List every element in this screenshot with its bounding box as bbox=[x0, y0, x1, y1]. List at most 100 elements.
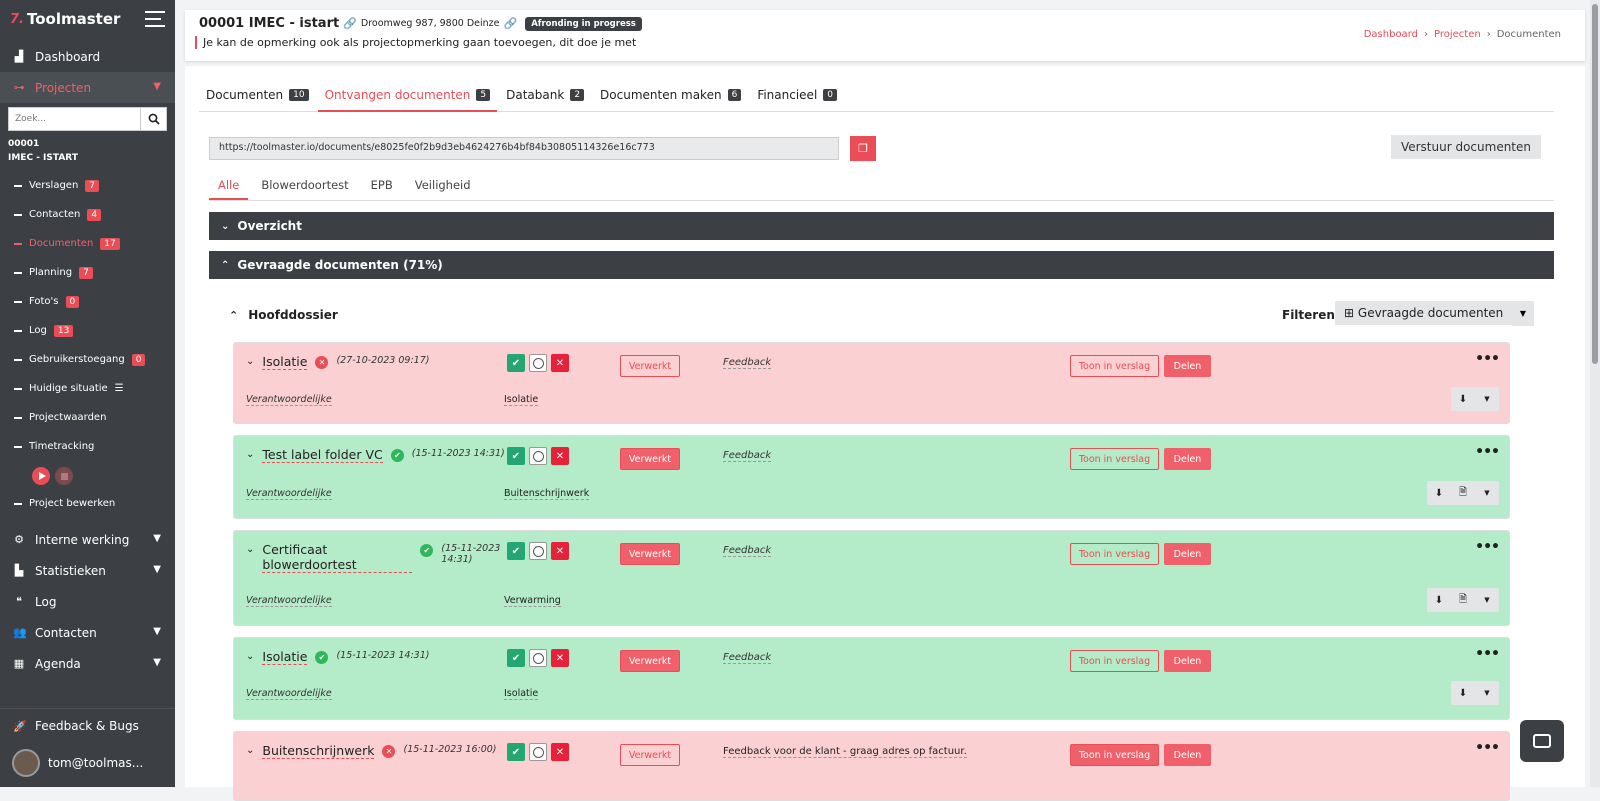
chevron-down-icon[interactable]: ⌄ bbox=[246, 356, 254, 367]
sidebar-item-statistieken[interactable]: ▙ Statistieken ▼ bbox=[0, 555, 175, 586]
tab-documenten-maken[interactable]: Documenten maken 6 bbox=[593, 82, 748, 112]
feedback-field[interactable]: Feedback bbox=[723, 450, 772, 462]
tab-documenten[interactable]: Documenten 10 bbox=[199, 82, 316, 112]
subtab-alle[interactable]: Alle bbox=[209, 174, 249, 200]
share-url-field[interactable]: https://toolmaster.io/documents/e8025fe0… bbox=[209, 137, 839, 160]
pending-icon[interactable] bbox=[529, 447, 547, 465]
tab-financieel[interactable]: Financieel 0 bbox=[750, 82, 844, 112]
pending-icon[interactable] bbox=[529, 354, 547, 372]
sidebar-item-huidige-situatie[interactable]: Huidige situatie ☰ bbox=[0, 374, 175, 403]
sidebar-item-contacten-main[interactable]: 👥 Contacten ▼ bbox=[0, 617, 175, 648]
scrollbar-thumb[interactable] bbox=[1592, 4, 1598, 364]
download-icon[interactable]: ⬇ bbox=[1451, 387, 1475, 411]
approve-icon[interactable]: ✔ bbox=[507, 743, 525, 761]
feedback-field[interactable]: Feedback bbox=[723, 652, 772, 664]
share-button[interactable]: Delen bbox=[1164, 744, 1211, 766]
feedback-field[interactable]: Feedback bbox=[723, 545, 772, 557]
approve-icon[interactable]: ✔ bbox=[507, 542, 525, 560]
feedback-field[interactable]: Feedback bbox=[723, 357, 772, 369]
chat-button[interactable] bbox=[1520, 720, 1564, 762]
responsible-field[interactable]: Verantwoordelijke bbox=[246, 488, 332, 500]
filter-label[interactable]: Filteren bbox=[1282, 308, 1335, 322]
sidebar-item-interne-werking[interactable]: ⚙ Interne werking ▼ bbox=[0, 524, 175, 555]
subtab-epb[interactable]: EPB bbox=[362, 174, 402, 200]
more-icon[interactable]: ••• bbox=[1475, 740, 1500, 756]
more-icon[interactable]: ••• bbox=[1475, 539, 1500, 555]
show-in-report-button[interactable]: Toon in verslag bbox=[1070, 650, 1159, 672]
sidebar-item-log-main[interactable]: ❝ Log bbox=[0, 586, 175, 617]
link-icon[interactable]: 🔗 bbox=[343, 17, 357, 30]
chevron-down-icon[interactable]: ⌄ bbox=[246, 651, 254, 662]
more-icon[interactable]: ••• bbox=[1475, 444, 1500, 460]
send-documents-button[interactable]: Verstuur documenten bbox=[1390, 135, 1541, 159]
approve-icon[interactable]: ✔ bbox=[507, 447, 525, 465]
share-button[interactable]: Delen bbox=[1164, 650, 1211, 672]
processed-button[interactable]: Verwerkt bbox=[620, 355, 680, 377]
tab-databank[interactable]: Databank 2 bbox=[499, 82, 591, 112]
approve-icon[interactable]: ✔ bbox=[507, 354, 525, 372]
tab-ontvangen-documenten[interactable]: Ontvangen documenten 5 bbox=[317, 82, 498, 112]
responsible-field[interactable]: Verantwoordelijke bbox=[246, 595, 332, 607]
requested-dropdown-button[interactable]: ▼ bbox=[1512, 301, 1534, 326]
document-name[interactable]: Test label folder VC bbox=[262, 447, 383, 463]
caret-down-icon[interactable]: ▼ bbox=[1475, 681, 1499, 705]
play-icon[interactable] bbox=[32, 467, 50, 485]
pending-icon[interactable] bbox=[529, 542, 547, 560]
reject-icon[interactable]: ✕ bbox=[551, 354, 569, 372]
feedback-bugs-link[interactable]: 🚀 Feedback & Bugs bbox=[0, 709, 175, 743]
subtab-blowerdoortest[interactable]: Blowerdoortest bbox=[252, 174, 357, 200]
caret-down-icon[interactable]: ▼ bbox=[1475, 481, 1499, 505]
stop-icon[interactable] bbox=[55, 467, 73, 485]
user-menu[interactable]: tom@toolmas... bbox=[0, 743, 175, 787]
link-icon[interactable]: 🔗 bbox=[503, 17, 517, 30]
menu-toggle-icon[interactable] bbox=[145, 11, 165, 27]
subtab-veiligheid[interactable]: Veiligheid bbox=[406, 174, 480, 200]
category-field[interactable]: Isolatie bbox=[504, 688, 539, 700]
show-in-report-button[interactable]: Toon in verslag bbox=[1070, 744, 1159, 766]
sidebar-item-verslagen[interactable]: Verslagen 7 bbox=[0, 171, 175, 200]
document-name[interactable]: Isolatie bbox=[262, 354, 308, 370]
document-name[interactable]: Buitenschrijnwerk bbox=[262, 743, 375, 759]
search-input[interactable] bbox=[8, 107, 141, 131]
search-icon[interactable] bbox=[141, 107, 167, 131]
sidebar-item-gebruikerstoegang[interactable]: Gebruikerstoegang 0 bbox=[0, 345, 175, 374]
requested-section-header[interactable]: ⌃ Gevraagde documenten (71%) bbox=[209, 251, 1554, 279]
sidebar-item-contacten[interactable]: Contacten 4 bbox=[0, 200, 175, 229]
more-icon[interactable]: ••• bbox=[1475, 646, 1500, 662]
processed-button[interactable]: Verwerkt bbox=[620, 543, 680, 565]
download-icon[interactable]: ⬇ bbox=[1451, 681, 1475, 705]
show-in-report-button[interactable]: Toon in verslag bbox=[1070, 543, 1159, 565]
show-in-report-button[interactable]: Toon in verslag bbox=[1070, 448, 1159, 470]
download-icon[interactable]: ⬇ bbox=[1427, 588, 1451, 612]
category-field[interactable]: Buitenschrijnwerk bbox=[504, 488, 590, 500]
reject-icon[interactable]: ✕ bbox=[551, 743, 569, 761]
download-icon[interactable]: ⬇ bbox=[1427, 481, 1451, 505]
reject-icon[interactable]: ✕ bbox=[551, 542, 569, 560]
sidebar-item-projectwaarden[interactable]: Projectwaarden bbox=[0, 403, 175, 432]
copy-url-button[interactable]: ❐ bbox=[850, 136, 876, 161]
share-button[interactable]: Delen bbox=[1164, 448, 1211, 470]
responsible-field[interactable]: Verantwoordelijke bbox=[246, 394, 332, 406]
sidebar-item-project-bewerken[interactable]: Project bewerken bbox=[0, 489, 175, 518]
logo[interactable]: 7. Toolmaster bbox=[10, 10, 120, 28]
share-button[interactable]: Delen bbox=[1164, 355, 1211, 377]
add-requested-document-button[interactable]: ⊞ Gevraagde documenten bbox=[1335, 301, 1513, 325]
processed-button[interactable]: Verwerkt bbox=[620, 650, 680, 672]
caret-down-icon[interactable]: ▼ bbox=[1475, 588, 1499, 612]
sidebar-item-agenda[interactable]: ▦ Agenda ▼ bbox=[0, 648, 175, 679]
category-field[interactable]: Isolatie bbox=[504, 394, 539, 406]
feedback-field[interactable]: Feedback voor de klant - graag adres op … bbox=[723, 746, 967, 758]
share-button[interactable]: Delen bbox=[1164, 543, 1211, 565]
more-icon[interactable]: ••• bbox=[1475, 351, 1500, 367]
category-field[interactable]: Verwarming bbox=[504, 595, 561, 607]
responsible-field[interactable]: Verantwoordelijke bbox=[246, 688, 332, 700]
breadcrumb-dashboard[interactable]: Dashboard bbox=[1364, 29, 1418, 40]
reject-icon[interactable]: ✕ bbox=[551, 649, 569, 667]
page-scrollbar[interactable] bbox=[1590, 0, 1600, 787]
folder-header[interactable]: ⌃ Hoofddossier bbox=[229, 308, 338, 322]
pending-icon[interactable] bbox=[529, 743, 547, 761]
processed-button[interactable]: Verwerkt bbox=[620, 448, 680, 470]
overview-section-header[interactable]: ⌄ Overzicht bbox=[209, 212, 1554, 240]
breadcrumb-projecten[interactable]: Projecten bbox=[1434, 29, 1481, 40]
sidebar-item-documenten[interactable]: Documenten 17 bbox=[0, 229, 175, 258]
